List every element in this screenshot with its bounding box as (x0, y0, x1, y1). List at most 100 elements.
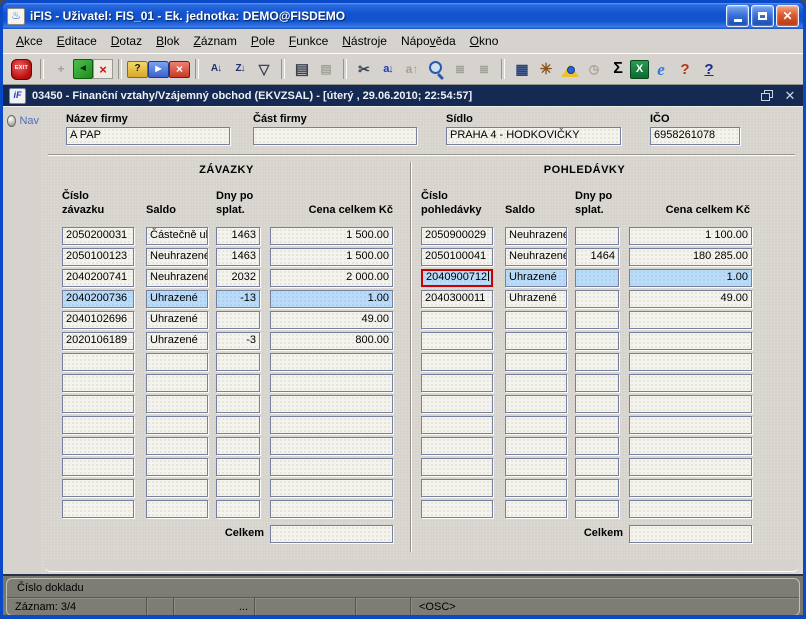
zavazky-row-10-cell-3[interactable] (216, 416, 260, 434)
find-icon[interactable] (424, 57, 448, 81)
zavazky-row-14-cell-2[interactable] (146, 500, 208, 518)
menu-item-napoveda[interactable]: Nápověda (394, 31, 463, 51)
pohledavky-row-8-cell-1[interactable] (421, 374, 493, 392)
zavazky-row-5-cell-4[interactable]: 49.00 (270, 311, 393, 329)
zavazky-row-5-cell-2[interactable]: Uhrazené (146, 311, 208, 329)
pohledavky-row-3-cell-3[interactable] (575, 269, 619, 287)
sort-desc-icon[interactable]: Z↓ (228, 57, 252, 81)
pohledavky-row-7-cell-1[interactable] (421, 353, 493, 371)
menu-item-editace[interactable]: Editace (50, 31, 104, 51)
zavazky-row-10-cell-2[interactable] (146, 416, 208, 434)
zavazky-row-1-cell-4[interactable]: 1 500.00 (270, 227, 393, 245)
zavazky-row-1-cell-3[interactable]: 1463 (216, 227, 260, 245)
menu-item-akce[interactable]: Akce (9, 31, 50, 51)
zavazky-row-4-cell-3[interactable]: -13 (216, 290, 260, 308)
zavazky-row-6-cell-1[interactable]: 2020106189 (62, 332, 134, 350)
minimize-button[interactable] (726, 5, 749, 27)
zavazky-row-8-cell-4[interactable] (270, 374, 393, 392)
sort-asc-icon[interactable]: A↓ (204, 57, 228, 81)
pohledavky-row-10-cell-1[interactable] (421, 416, 493, 434)
pohledavky-row-5-cell-3[interactable] (575, 311, 619, 329)
sidebar-item-nav[interactable]: Nav (7, 115, 39, 127)
pohledavky-row-3-cell-1[interactable]: 2040900712 (421, 269, 493, 287)
zavazky-row-2-cell-1[interactable]: 2050100123 (62, 248, 134, 266)
pohledavky-row-1-cell-3[interactable] (575, 227, 619, 245)
zavazky-row-3-cell-2[interactable]: Neuhrazené (146, 269, 208, 287)
pohledavky-row-14-cell-1[interactable] (421, 500, 493, 518)
cancel-query-icon[interactable]: × (169, 61, 190, 78)
pohledavky-row-7-cell-2[interactable] (505, 353, 567, 371)
menu-item-zaznam[interactable]: Záznam (186, 31, 243, 51)
pohledavky-row-10-cell-2[interactable] (505, 416, 567, 434)
zavazky-row-12-cell-1[interactable] (62, 458, 134, 476)
sum-icon[interactable]: Σ (606, 57, 630, 81)
detail-card-icon[interactable]: ▦ (510, 57, 534, 81)
zavazky-row-6-cell-2[interactable]: Uhrazené (146, 332, 208, 350)
zavazky-row-4-cell-1[interactable]: 2040200736 (62, 290, 134, 308)
pohledavky-row-9-cell-1[interactable] (421, 395, 493, 413)
zavazky-row-4-cell-4[interactable]: 1.00 (270, 290, 393, 308)
zavazky-row-6-cell-4[interactable]: 800.00 (270, 332, 393, 350)
pohledavky-row-7-cell-3[interactable] (575, 353, 619, 371)
zavazky-row-14-cell-1[interactable] (62, 500, 134, 518)
pohledavky-row-4-cell-3[interactable] (575, 290, 619, 308)
menu-item-funkce[interactable]: Funkce (282, 31, 335, 51)
delete-record-icon[interactable]: × (93, 59, 113, 79)
pohledavky-row-13-cell-1[interactable] (421, 479, 493, 497)
menu-item-dotaz[interactable]: Dotaz (104, 31, 149, 51)
pohledavky-row-6-cell-4[interactable] (629, 332, 752, 350)
zavazky-row-2-cell-4[interactable]: 1 500.00 (270, 248, 393, 266)
zavazky-row-9-cell-4[interactable] (270, 395, 393, 413)
pohledavky-row-1-cell-1[interactable]: 2050900029 (421, 227, 493, 245)
zavazky-row-1-cell-2[interactable]: Částečně uhrazené (146, 227, 208, 245)
zavazky-row-12-cell-3[interactable] (216, 458, 260, 476)
pohledavky-row-5-cell-4[interactable] (629, 311, 752, 329)
pohledavky-row-13-cell-2[interactable] (505, 479, 567, 497)
zavazky-row-13-cell-1[interactable] (62, 479, 134, 497)
zavazky-row-5-cell-3[interactable] (216, 311, 260, 329)
zavazky-celkem-field[interactable] (270, 525, 393, 543)
cut-icon[interactable]: ✂ (352, 57, 376, 81)
pohledavky-row-10-cell-3[interactable] (575, 416, 619, 434)
zavazky-row-8-cell-1[interactable] (62, 374, 134, 392)
pohledavky-row-8-cell-4[interactable] (629, 374, 752, 392)
zavazky-row-11-cell-1[interactable] (62, 437, 134, 455)
zavazky-row-7-cell-1[interactable] (62, 353, 134, 371)
zavazky-row-10-cell-1[interactable] (62, 416, 134, 434)
zavazky-row-3-cell-1[interactable]: 2040200741 (62, 269, 134, 287)
mdi-restore-button[interactable] (760, 89, 774, 102)
zavazky-row-13-cell-4[interactable] (270, 479, 393, 497)
zavazky-row-2-cell-3[interactable]: 1463 (216, 248, 260, 266)
zavazky-row-11-cell-4[interactable] (270, 437, 393, 455)
zavazky-row-8-cell-2[interactable] (146, 374, 208, 392)
pohledavky-row-5-cell-1[interactable] (421, 311, 493, 329)
mdi-close-button[interactable]: ✕ (783, 89, 797, 102)
pohledavky-row-9-cell-2[interactable] (505, 395, 567, 413)
zavazky-row-12-cell-4[interactable] (270, 458, 393, 476)
nazev-firmy-field[interactable]: A PAP (66, 127, 230, 145)
pohledavky-row-6-cell-3[interactable] (575, 332, 619, 350)
zavazky-row-7-cell-3[interactable] (216, 353, 260, 371)
pohledavky-row-10-cell-4[interactable] (629, 416, 752, 434)
zavazky-row-9-cell-3[interactable] (216, 395, 260, 413)
zavazky-row-11-cell-3[interactable] (216, 437, 260, 455)
pohledavky-row-12-cell-1[interactable] (421, 458, 493, 476)
help-icon[interactable]: ? (697, 57, 721, 81)
sidlo-field[interactable]: PRAHA 4 - HODKOVIČKY (446, 127, 621, 145)
pohledavky-row-12-cell-4[interactable] (629, 458, 752, 476)
pohledavky-row-2-cell-1[interactable]: 2050100041 (421, 248, 493, 266)
pohledavky-row-3-cell-2[interactable]: Uhrazené (505, 269, 567, 287)
pohledavky-row-1-cell-4[interactable]: 1 100.00 (629, 227, 752, 245)
filter-icon[interactable]: ▽ (252, 57, 276, 81)
pohledavky-row-9-cell-3[interactable] (575, 395, 619, 413)
pohledavky-row-13-cell-4[interactable] (629, 479, 752, 497)
prism-icon[interactable] (558, 57, 582, 81)
print-icon[interactable]: ▤ (290, 57, 314, 81)
exit-button[interactable]: EXIT (11, 59, 32, 80)
pohledavky-row-14-cell-4[interactable] (629, 500, 752, 518)
pohledavky-row-6-cell-1[interactable] (421, 332, 493, 350)
zavazky-row-14-cell-4[interactable] (270, 500, 393, 518)
pohledavky-row-1-cell-2[interactable]: Neuhrazené (505, 227, 567, 245)
zavazky-row-1-cell-1[interactable]: 2050200031 (62, 227, 134, 245)
pohledavky-row-13-cell-3[interactable] (575, 479, 619, 497)
